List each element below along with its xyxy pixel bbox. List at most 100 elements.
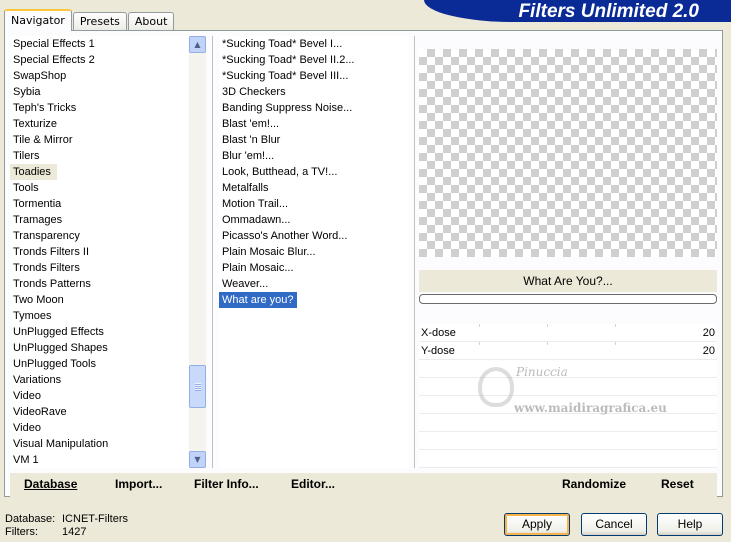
filter-item[interactable]: Plain Mosaic Blur...	[219, 244, 409, 260]
category-item[interactable]: Tilers	[10, 148, 188, 164]
database-label: Database	[24, 477, 78, 491]
category-item[interactable]: Special Effects 2	[10, 52, 188, 68]
editor-button[interactable]: Editor...	[291, 477, 335, 491]
filter-item[interactable]: Blast 'n Blur	[219, 132, 409, 148]
param-empty	[419, 450, 717, 468]
filter-item-wrap: *Sucking Toad* Bevel I...	[219, 36, 409, 52]
category-item[interactable]: Video	[10, 420, 188, 436]
category-item[interactable]: Tools	[10, 180, 188, 196]
param-empty	[419, 414, 717, 432]
category-item[interactable]: Tronds Filters	[10, 260, 188, 276]
category-item-wrap: Video	[10, 388, 188, 404]
category-item[interactable]: VideoRave	[10, 404, 188, 420]
database-button[interactable]: Database	[24, 477, 77, 491]
category-item[interactable]: Visual Manipulation	[10, 436, 188, 452]
tab-bar: Navigator Presets About	[4, 9, 175, 31]
scroll-down-button[interactable]: ▼	[189, 451, 206, 468]
category-item[interactable]: Tramages	[10, 212, 188, 228]
list-divider	[414, 36, 415, 468]
scroll-thumb[interactable]	[189, 365, 206, 409]
category-item-wrap: Tronds Patterns	[10, 276, 188, 292]
filter-item[interactable]: Picasso's Another Word...	[219, 228, 409, 244]
param-label: X-dose	[421, 327, 456, 339]
filter-item[interactable]: Banding Suppress Noise...	[219, 100, 409, 116]
category-item-wrap: Tramages	[10, 212, 188, 228]
info-label: Database:	[5, 513, 56, 525]
filter-item[interactable]: Weaver...	[219, 276, 409, 292]
chevron-up-icon: ▲	[194, 40, 201, 49]
filter-list[interactable]: *Sucking Toad* Bevel I... *Sucking Toad* …	[219, 36, 409, 468]
apply-button[interactable]: Apply	[504, 513, 570, 536]
category-item[interactable]: Two Moon	[10, 292, 188, 308]
category-item[interactable]: Special Effects 1	[10, 36, 188, 52]
filter-item-wrap: What are you?	[219, 292, 409, 308]
info-label: Filters:	[5, 526, 38, 538]
filter-item[interactable]: Plain Mosaic...	[219, 260, 409, 276]
action-bar: Database Import... Filter Info... Editor…	[10, 473, 717, 497]
category-item-wrap: UnPlugged Effects	[10, 324, 188, 340]
category-item-wrap: Special Effects 1	[10, 36, 188, 52]
param-x-dose[interactable]: X-dose 20	[419, 324, 717, 342]
filters-count-info: Filters: 1427	[5, 526, 86, 538]
filter-item-wrap: Picasso's Another Word...	[219, 228, 409, 244]
category-item[interactable]: Teph's Tricks	[10, 100, 188, 116]
filter-item[interactable]: Metalfalls	[219, 180, 409, 196]
tab-about[interactable]: About	[127, 12, 175, 31]
category-item-wrap: UnPlugged Tools	[10, 356, 188, 372]
filter-item[interactable]: Ommadawn...	[219, 212, 409, 228]
filter-item[interactable]: Motion Trail...	[219, 196, 409, 212]
category-item[interactable]: Texturize	[10, 116, 188, 132]
category-item[interactable]: Sybia	[10, 84, 188, 100]
category-item[interactable]: Toadies	[10, 164, 57, 180]
filter-item[interactable]: Blur 'em!...	[219, 148, 409, 164]
filter-item[interactable]: *Sucking Toad* Bevel II.2...	[219, 52, 409, 68]
cancel-button[interactable]: Cancel	[581, 513, 647, 536]
category-item[interactable]: VM 1	[10, 452, 188, 468]
filter-item-wrap: 3D Checkers	[219, 84, 409, 100]
category-item-wrap: Special Effects 2	[10, 52, 188, 68]
category-item-wrap: UnPlugged Shapes	[10, 340, 188, 356]
help-button[interactable]: Help	[657, 513, 723, 536]
filter-item[interactable]: Look, Butthead, a TV!...	[219, 164, 409, 180]
filter-item[interactable]: *Sucking Toad* Bevel III...	[219, 68, 409, 84]
category-item[interactable]: UnPlugged Tools	[10, 356, 188, 372]
category-item[interactable]: Transparency	[10, 228, 188, 244]
category-item[interactable]: Tymoes	[10, 308, 188, 324]
category-item[interactable]: Tile & Mirror	[10, 132, 188, 148]
filter-item-wrap: *Sucking Toad* Bevel II.2...	[219, 52, 409, 68]
param-value[interactable]: 20	[703, 342, 715, 360]
category-item[interactable]: Tronds Patterns	[10, 276, 188, 292]
category-item-wrap: Texturize	[10, 116, 188, 132]
app-title: Filters Unlimited 2.0	[518, 1, 699, 22]
filter-item[interactable]: *Sucking Toad* Bevel I...	[219, 36, 409, 52]
param-empty	[419, 378, 717, 396]
filter-item[interactable]: What are you?	[219, 292, 297, 308]
tab-presets[interactable]: Presets	[72, 12, 127, 31]
randomize-button[interactable]: Randomize	[562, 477, 626, 491]
param-y-dose[interactable]: Y-dose 20	[419, 342, 717, 360]
category-item[interactable]: Video	[10, 388, 188, 404]
category-item-wrap: Tilers	[10, 148, 188, 164]
category-item-wrap: Tronds Filters II	[10, 244, 188, 260]
category-item[interactable]: Tronds Filters II	[10, 244, 188, 260]
filter-item[interactable]: Blast 'em!...	[219, 116, 409, 132]
filter-item-wrap: Plain Mosaic...	[219, 260, 409, 276]
scroll-up-button[interactable]: ▲	[189, 36, 206, 53]
category-item[interactable]: Tormentia	[10, 196, 188, 212]
chevron-down-icon: ▼	[194, 455, 201, 464]
filter-info-button[interactable]: Filter Info...	[194, 477, 259, 491]
filter-item-wrap: Ommadawn...	[219, 212, 409, 228]
param-value[interactable]: 20	[703, 324, 715, 342]
category-item[interactable]: SwapShop	[10, 68, 188, 84]
category-list[interactable]: Special Effects 1 Special Effects 2 SwapSh…	[10, 36, 188, 468]
filter-item[interactable]: 3D Checkers	[219, 84, 409, 100]
category-scrollbar[interactable]: ▲ ▼	[189, 36, 206, 468]
reset-button[interactable]: Reset	[661, 477, 694, 491]
category-item[interactable]: UnPlugged Effects	[10, 324, 188, 340]
grip-icon	[195, 383, 201, 392]
import-button[interactable]: Import...	[115, 477, 162, 491]
filter-item-wrap: Metalfalls	[219, 180, 409, 196]
tab-navigator[interactable]: Navigator	[4, 9, 72, 31]
category-item[interactable]: UnPlugged Shapes	[10, 340, 188, 356]
category-item[interactable]: Variations	[10, 372, 188, 388]
